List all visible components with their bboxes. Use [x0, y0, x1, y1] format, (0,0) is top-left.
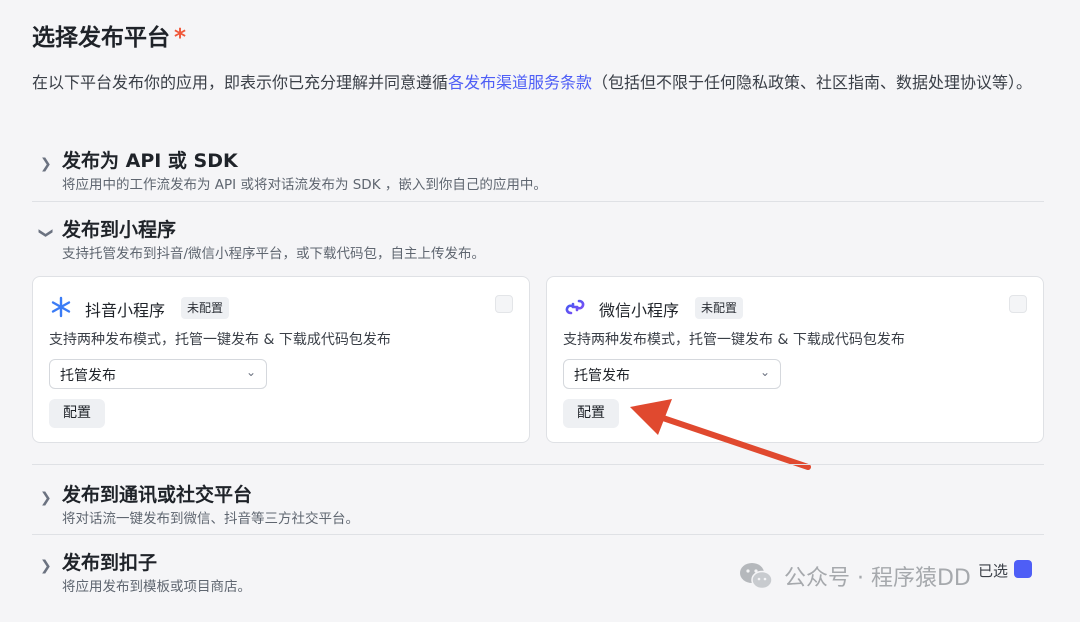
section-title: 发布到小程序: [62, 219, 177, 241]
select-value: 托管发布: [60, 368, 116, 384]
section-miniapp[interactable]: ❯ 发布到小程序 支持托管发布到抖音/微信小程序平台，或下载代码包，自主上传发布…: [32, 215, 1044, 265]
publish-mode-select[interactable]: 托管发布 ⌄: [49, 359, 267, 389]
watermark: 公众号 · 程序猿DD: [738, 560, 971, 592]
status-badge: 未配置: [695, 297, 744, 319]
section-title: 发布到通讯或社交平台: [62, 484, 253, 506]
chevron-down-icon: ❯: [37, 227, 54, 239]
card-description: 支持两种发布模式，托管一键发布 & 下载成代码包发布: [49, 332, 391, 348]
page-title: 选择发布平台 *: [32, 18, 186, 52]
publish-platform-page: 选择发布平台 * 在以下平台发布你的应用，即表示你已充分理解并同意遵循各发布渠道服…: [0, 0, 1080, 622]
publish-mode-select[interactable]: 托管发布 ⌄: [563, 359, 781, 389]
wechat-icon: [740, 563, 773, 590]
annotation-arrow: [630, 399, 811, 470]
terms-description: 在以下平台发布你的应用，即表示你已充分理解并同意遵循各发布渠道服务条款（包括但不…: [32, 70, 1052, 96]
watermark-text: 公众号 · 程序猿DD: [784, 566, 971, 591]
divider: [32, 534, 1044, 535]
chevron-right-icon: ❯: [40, 156, 52, 172]
section-subtitle: 将应用发布到模板或项目商店。: [62, 579, 251, 595]
section-social[interactable]: ❯ 发布到通讯或社交平台 将对话流一键发布到微信、抖音等三方社交平台。: [32, 480, 1044, 530]
select-checkbox[interactable]: [495, 295, 513, 313]
wechat-miniapp-icon: [565, 299, 585, 315]
section-title: 发布到扣子: [62, 552, 158, 574]
section-api-sdk[interactable]: ❯ 发布为 API 或 SDK 将应用中的工作流发布为 API 或将对话流发布为…: [32, 146, 1044, 196]
chevron-right-icon: ❯: [40, 558, 52, 574]
status-badge: 未配置: [181, 297, 230, 319]
section-subtitle: 将对话流一键发布到微信、抖音等三方社交平台。: [62, 511, 359, 527]
configure-button[interactable]: 配置: [563, 399, 619, 428]
section-subtitle: 将应用中的工作流发布为 API 或将对话流发布为 SDK ，嵌入到你自己的应用中…: [62, 177, 547, 193]
divider: [32, 464, 1044, 465]
terms-suffix: （包括但不限于任何隐私政策、社区指南、数据处理协议等）。: [592, 73, 1033, 92]
select-checkbox[interactable]: [1009, 295, 1027, 313]
required-mark: *: [174, 25, 187, 51]
card-douyin-miniapp[interactable]: 抖音小程序 未配置 支持两种发布模式，托管一键发布 & 下载成代码包发布 托管发…: [32, 276, 530, 443]
section-title: 发布为 API 或 SDK: [62, 150, 238, 172]
terms-link[interactable]: 各发布渠道服务条款: [448, 73, 592, 92]
card-description: 支持两种发布模式，托管一键发布 & 下载成代码包发布: [563, 332, 905, 348]
page-title-text: 选择发布平台: [32, 25, 170, 51]
chevron-right-icon: ❯: [40, 490, 52, 506]
selected-label: 已选: [978, 562, 1009, 580]
configure-button[interactable]: 配置: [49, 399, 105, 428]
card-name: 抖音小程序: [85, 301, 166, 320]
section-subtitle: 支持托管发布到抖音/微信小程序平台，或下载代码包，自主上传发布。: [62, 246, 486, 262]
select-value: 托管发布: [574, 368, 630, 384]
card-name: 微信小程序: [599, 301, 680, 320]
divider: [32, 201, 1044, 202]
chevron-down-icon: ⌄: [245, 365, 256, 379]
selected-checkbox[interactable]: [1014, 560, 1032, 578]
douyin-miniapp-icon: [51, 296, 71, 318]
chevron-down-icon: ⌄: [759, 365, 770, 379]
terms-prefix: 在以下平台发布你的应用，即表示你已充分理解并同意遵循: [32, 73, 449, 92]
